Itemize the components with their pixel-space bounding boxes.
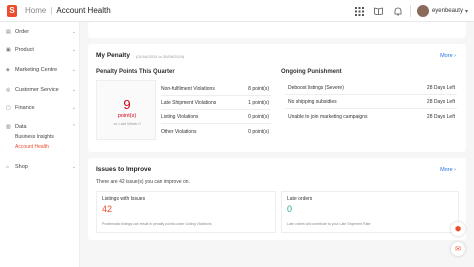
- violation-label: Late Shipment Violations: [161, 100, 217, 106]
- punishment-label: No shipping subsidies: [288, 99, 337, 105]
- shield-icon: ⬢: [454, 226, 462, 233]
- sidebar-item-label: Product: [15, 47, 34, 53]
- sidebar: ▤ Order ⌄ ▣ Product ⌄ ◈ Marketing Centre…: [0, 22, 80, 267]
- chevron-right-icon: ›: [454, 167, 456, 173]
- issues-more-link[interactable]: More ›: [440, 167, 456, 173]
- penalty-points-unit: point(s): [117, 113, 137, 119]
- sidebar-subitem-business-insights[interactable]: Business Insights: [15, 134, 54, 140]
- listings-with-issues-metric[interactable]: Listings with Issues 42 Problematic list…: [96, 191, 276, 233]
- chevron-up-icon: ⌃: [71, 124, 76, 130]
- sidebar-item-data[interactable]: ▥ Data ⌃: [6, 121, 76, 133]
- box-icon: ▣: [6, 46, 11, 53]
- punishment-row[interactable]: Unable to join marketing campaigns 28 Da…: [285, 110, 457, 123]
- shopee-logo[interactable]: S: [7, 4, 17, 17]
- issues-card: Issues to Improve More › There are 42 is…: [88, 158, 466, 240]
- penalty-points-value: 9: [123, 97, 131, 112]
- punishment-row[interactable]: No shipping subsidies 28 Days Left: [285, 96, 457, 109]
- sidebar-item-label: Shop: [15, 164, 28, 170]
- sidebar-item-label: Finance: [15, 105, 35, 111]
- sidebar-item-label: Data: [15, 124, 27, 130]
- chevron-down-icon: ⌄: [71, 47, 76, 53]
- breadcrumb-home[interactable]: Home: [25, 6, 46, 15]
- chat-icon: ✉: [455, 246, 461, 253]
- penalty-points-title: Penalty Points This Quarter: [96, 69, 175, 75]
- violation-label: Non-fulfilment Violations: [161, 86, 215, 92]
- chat-button[interactable]: ✉: [451, 242, 465, 256]
- chevron-down-icon: ⌄: [71, 87, 76, 93]
- header-divider: [409, 5, 411, 17]
- chevron-right-icon: ›: [454, 53, 456, 59]
- violation-value: 8 point(s): [248, 86, 269, 92]
- metric-description: Late orders will contribute to your Late…: [287, 222, 371, 226]
- penalty-points-box: 9 point(s) vs Last Week 0: [96, 80, 156, 140]
- sidebar-item-label: Order: [15, 29, 30, 35]
- tag-icon: ◈: [6, 66, 10, 73]
- penalty-date-range: (01/04/2024 to 30/06/2024): [136, 54, 185, 59]
- punishment-days-left: 28 Days Left: [426, 99, 455, 105]
- shop-icon: ⌂: [6, 163, 10, 170]
- metric-label: Listings with Issues: [102, 196, 146, 202]
- issues-title: Issues to Improve: [96, 166, 152, 173]
- violation-row[interactable]: Listing Violations 0 point(s): [161, 111, 271, 124]
- punishment-label: Unable to join marketing campaigns: [288, 113, 368, 120]
- wallet-icon: ▢: [6, 104, 11, 111]
- ongoing-punishment-title: Ongoing Punishment: [281, 69, 342, 75]
- penalty-more-link[interactable]: More ›: [440, 53, 456, 59]
- violation-value: 0 point(s): [248, 114, 269, 120]
- previous-card: [88, 22, 466, 38]
- floating-action-button[interactable]: ⬢: [451, 222, 465, 236]
- username[interactable]: eyenbeauty: [432, 8, 463, 14]
- avatar[interactable]: [416, 5, 429, 17]
- penalty-title: My Penalty: [96, 52, 130, 59]
- more-label: More: [440, 167, 453, 173]
- violation-value: 0 point(s): [248, 128, 269, 135]
- breadcrumb-separator: |: [50, 6, 53, 15]
- chevron-down-icon: ⌄: [71, 105, 76, 111]
- top-bar: S Home | Account Health eyenbeauty ▾: [0, 0, 474, 22]
- headset-icon: ◎: [6, 86, 11, 93]
- late-orders-metric[interactable]: Late orders 0 Late orders will contribut…: [281, 191, 459, 233]
- sidebar-item-customer-service[interactable]: ◎ Customer Service ⌄: [6, 84, 76, 96]
- sidebar-item-product[interactable]: ▣ Product ⌄: [6, 44, 76, 56]
- chevron-down-icon: ⌄: [71, 67, 76, 73]
- violation-label: Listing Violations: [161, 114, 199, 120]
- metric-label: Late orders: [287, 196, 313, 202]
- sidebar-subitem-account-health[interactable]: Account Health: [15, 144, 49, 150]
- sidebar-item-finance[interactable]: ▢ Finance ⌄: [6, 102, 76, 114]
- grid-icon[interactable]: [352, 3, 368, 19]
- clipboard-icon: ▤: [6, 28, 11, 35]
- sidebar-item-order[interactable]: ▤ Order ⌄: [6, 26, 76, 38]
- book-icon[interactable]: [371, 3, 387, 19]
- chevron-down-icon: ⌄: [71, 29, 76, 35]
- more-label: More: [440, 53, 453, 59]
- punishment-label: Deboost listings (Severe): [288, 85, 344, 91]
- violation-label: Other Violations: [161, 128, 197, 135]
- metric-value: 0: [287, 204, 293, 214]
- violation-row[interactable]: Other Violations 0 point(s): [161, 125, 271, 138]
- punishment-row[interactable]: Deboost listings (Severe) 28 Days Left: [285, 82, 457, 95]
- chevron-down-icon[interactable]: ▾: [465, 8, 468, 15]
- violation-row[interactable]: Late Shipment Violations 1 point(s): [161, 97, 271, 110]
- metric-description: Problematic listings can result in penal…: [102, 222, 212, 226]
- page-title: Account Health: [56, 6, 111, 15]
- sidebar-item-label: Customer Service: [15, 87, 59, 93]
- sidebar-item-marketing-centre[interactable]: ◈ Marketing Centre ⌄: [6, 64, 76, 76]
- chart-icon: ▥: [6, 123, 11, 130]
- penalty-points-comparison: vs Last Week 0: [113, 121, 141, 126]
- punishment-days-left: 28 Days Left: [426, 85, 455, 91]
- violation-row[interactable]: Non-fulfilment Violations 8 point(s): [161, 83, 271, 96]
- metric-value: 42: [102, 204, 113, 214]
- issues-summary: There are 42 issue(s) you can improve on…: [96, 179, 190, 185]
- sidebar-item-shop[interactable]: ⌂ Shop ⌄: [6, 161, 76, 173]
- punishment-days-left: 28 Days Left: [426, 113, 455, 120]
- chevron-down-icon: ⌄: [71, 164, 76, 170]
- bell-icon[interactable]: [390, 3, 406, 19]
- sidebar-item-label: Marketing Centre: [15, 67, 58, 73]
- violation-value: 1 point(s): [248, 100, 269, 106]
